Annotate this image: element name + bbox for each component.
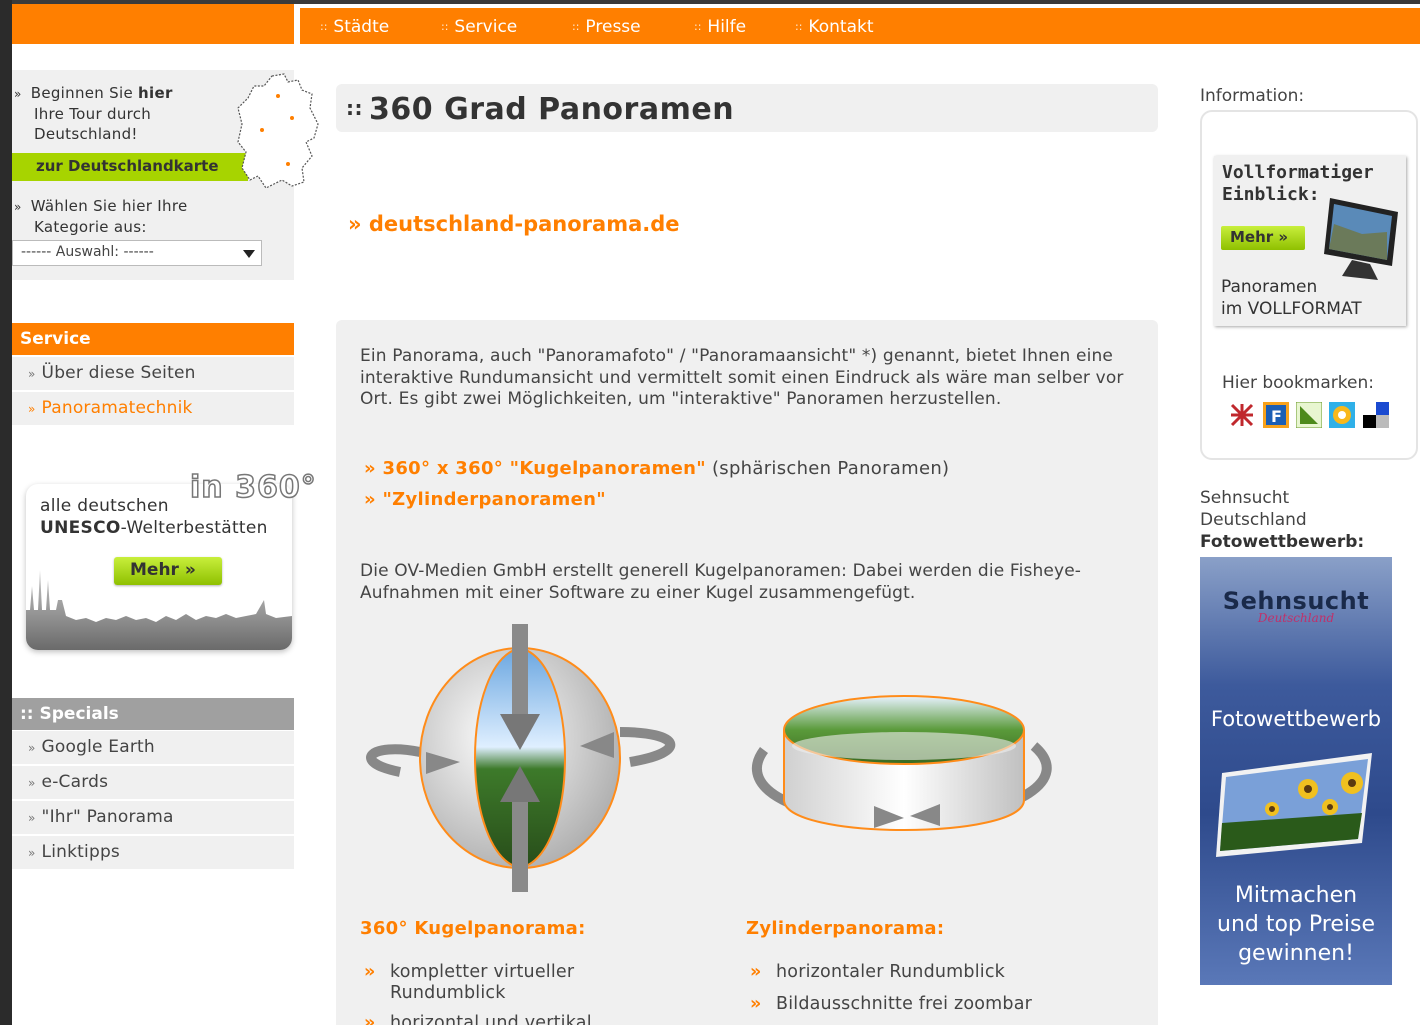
kugelpanorama-link[interactable]: » 360° x 360° "Kugelpanoramen" (sphärisc… — [364, 458, 949, 479]
kugel-bullet-2: » horizontal und vertikal — [364, 1013, 592, 1025]
top-navigation: :: Städte :: Service :: Presse :: Hilfe :: Ko… — [300, 8, 1420, 44]
method-paragraph: Die OV-Medien GmbH erstellt generell Kug… — [360, 561, 1082, 603]
monitor-icon — [1324, 198, 1398, 280]
nav-item-presse[interactable]: :: Presse — [572, 17, 641, 37]
germany-map-icon[interactable] — [232, 72, 322, 190]
information-label: Information: — [1200, 86, 1305, 106]
sunflower-photo — [1216, 753, 1372, 857]
page-title: :: 360 Grad Panoramen — [346, 92, 735, 127]
zylinder-heading: Zylinderpanorama: — [746, 918, 945, 939]
sphere-panorama-illustration — [366, 624, 675, 892]
service-menu-head: Service — [12, 323, 294, 355]
menu-item-ecards[interactable]: » e-Cards — [12, 766, 294, 799]
bookmark-mrwong-icon[interactable] — [1229, 402, 1255, 428]
menu-item-panoramatechnik[interactable]: » Panoramatechnik — [12, 392, 294, 425]
kugel-bullet-1: » kompletter virtueller Rundumblick — [364, 962, 575, 1003]
menu-item-ihr-panorama[interactable]: » "Ihr" Panorama — [12, 801, 294, 834]
bookmark-label: Hier bookmarken: — [1222, 373, 1374, 393]
zylinder-bullet-1: » horizontaler Rundumblick — [750, 962, 1006, 982]
banner-script: Deutschland — [1257, 611, 1335, 625]
site-link[interactable]: » deutschland-panorama.de — [348, 212, 680, 236]
category-select[interactable]: ------ Auswahl: ------ — [12, 240, 262, 266]
bookmark-furl-icon[interactable]: F — [1263, 402, 1289, 428]
cylinder-panorama-illustration — [752, 695, 1052, 831]
unesco-more-button[interactable]: Mehr » — [114, 557, 222, 585]
nav-item-staedte[interactable]: :: Städte — [320, 17, 389, 37]
zylinder-bullet-2: » Bildausschnitte frei zoombar — [750, 994, 1033, 1014]
nav-item-kontakt[interactable]: :: Kontakt — [795, 17, 874, 37]
vollformat-text: Panoramen im VOLLFORMAT — [1221, 277, 1362, 319]
nav-item-service[interactable]: :: Service — [441, 17, 517, 37]
intro-paragraph: Ein Panorama, auch "Panoramafoto" / "Pan… — [360, 346, 1124, 409]
svg-text:F: F — [1271, 407, 1282, 426]
fotowettbewerb-label: Sehnsucht Deutschland Fotowettbewerb: — [1200, 488, 1365, 552]
window-frame-left — [0, 0, 12, 1025]
banner-cta: Mitmachen und top Preise gewinnen! — [1217, 883, 1375, 966]
bookmark-oneview-icon[interactable] — [1329, 402, 1355, 428]
tour-text: » Beginnen Sie hier Ihre Tour durch Deut… — [14, 84, 173, 143]
chevron-down-icon — [243, 250, 255, 258]
banner-subtitle: Fotowettbewerb — [1210, 707, 1382, 731]
header-bar-left — [12, 4, 294, 44]
bookmark-delicious-icon[interactable] — [1363, 402, 1389, 428]
specials-menu-head: :: Specials — [12, 698, 294, 730]
unesco-text: alle deutschen UNESCO-Welterbestätten — [40, 496, 268, 538]
kugel-heading: 360° Kugelpanorama: — [360, 918, 586, 939]
germany-map-button[interactable]: zur Deutschlandkarte — [12, 153, 248, 181]
menu-item-ueber[interactable]: » Über diese Seiten — [12, 357, 294, 390]
menu-item-google-earth[interactable]: » Google Earth — [12, 731, 294, 764]
vollformat-more-button[interactable]: Mehr » — [1221, 226, 1305, 250]
fotowettbewerb-banner[interactable]: Sehnsucht Deutschland Fotowettbewerb Mit… — [1200, 557, 1392, 985]
menu-item-linktipps[interactable]: » Linktipps — [12, 836, 294, 869]
bookmark-linkarena-icon[interactable] — [1296, 402, 1322, 428]
nav-item-hilfe[interactable]: :: Hilfe — [694, 17, 746, 37]
zylinderpanorama-link[interactable]: » "Zylinderpanoramen" — [364, 489, 606, 510]
category-prompt: » Wählen Sie hier Ihre Kategorie aus: — [14, 197, 188, 236]
